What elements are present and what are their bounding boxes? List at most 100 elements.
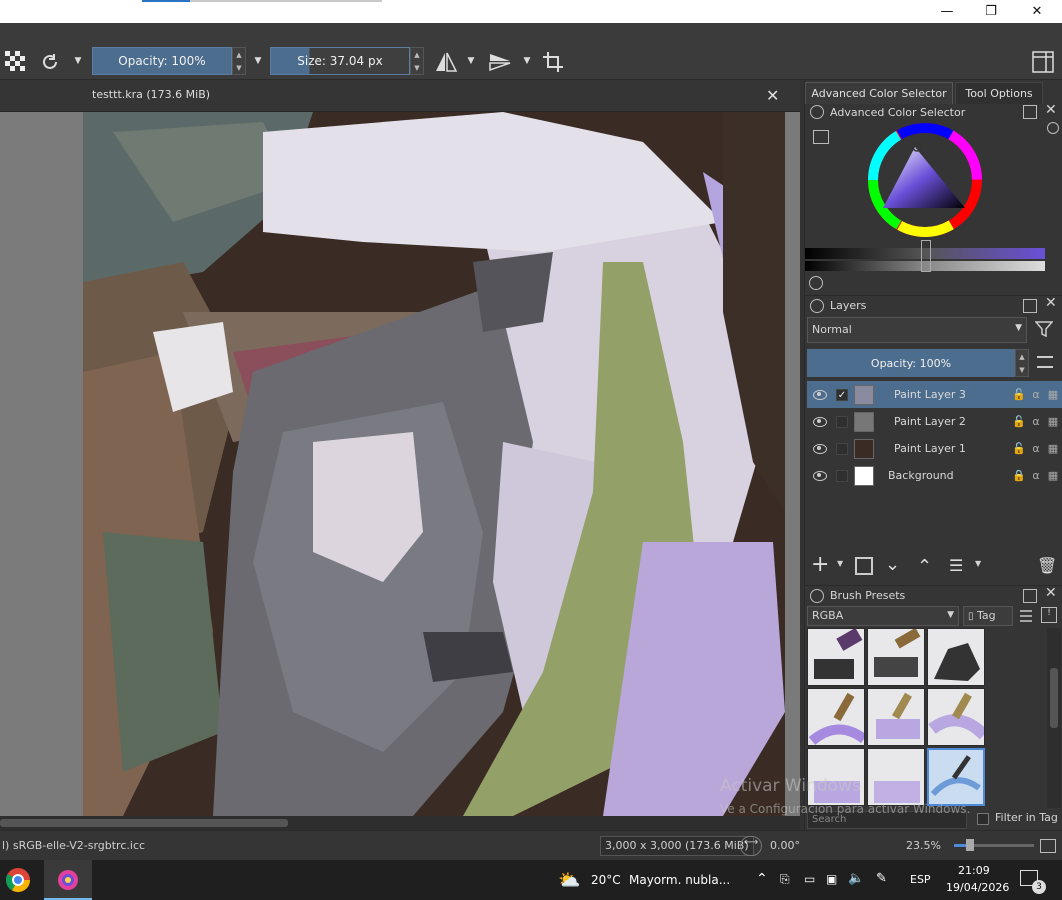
move-layer-up-icon[interactable]: ⌃ <box>917 556 932 577</box>
visibility-eye-icon[interactable] <box>813 389 827 400</box>
size-spin[interactable]: ▲ ▼ <box>410 47 424 75</box>
visibility-eye-icon[interactable] <box>813 443 827 454</box>
layer-properties-icon[interactable]: ☰ <box>949 556 963 575</box>
preset-info-icon[interactable]: ! <box>1041 607 1057 623</box>
opacity-spin[interactable]: ▲ ▼ <box>232 47 246 75</box>
chevron-down-icon[interactable]: ▼ <box>520 53 534 69</box>
clock-time[interactable]: 21:09 <box>958 864 990 877</box>
close-window-button[interactable]: ✕ <box>1014 0 1060 23</box>
layer-row-paint-layer-2[interactable]: Paint Layer 2 🔓 α ▦ <box>807 408 1062 435</box>
layer-row-background[interactable]: Background 🔒 α ▦ <box>807 462 1062 489</box>
document-tab-title[interactable]: testtt.kra (173.6 MiB) <box>92 88 210 101</box>
layer-opacity-spin[interactable]: ▲ ▼ <box>1015 349 1029 377</box>
size-slider[interactable]: Size: 37.04 px <box>270 47 410 75</box>
fit-screen-icon[interactable] <box>1040 839 1056 853</box>
brush-preset-1[interactable] <box>807 628 865 686</box>
chrome-icon[interactable] <box>4 866 34 894</box>
chevron-down-icon[interactable]: ▼ <box>464 53 478 69</box>
duplicate-layer-icon[interactable] <box>855 557 873 575</box>
brush-preset-7[interactable] <box>807 748 865 806</box>
unlock-icon[interactable]: 🔓 <box>1012 442 1026 455</box>
inherit-alpha-icon[interactable]: ▦ <box>1046 415 1060 428</box>
clock-date[interactable]: 19/04/2026 <box>946 881 1009 894</box>
crop-icon[interactable] <box>540 49 566 75</box>
mirror-horizontal-icon[interactable] <box>432 50 460 74</box>
alpha-lock-icon[interactable]: α <box>1029 442 1043 455</box>
weather-cloud-icon[interactable]: ⛅ <box>558 870 580 891</box>
rotation-value[interactable]: 0.00° <box>770 839 800 852</box>
layer-checkbox[interactable]: ✓ <box>836 388 848 401</box>
visibility-eye-icon[interactable] <box>813 470 827 481</box>
rotation-icon[interactable]: ⟷ <box>740 836 762 856</box>
weather-description[interactable]: Mayorm. nubla... <box>629 873 730 887</box>
brush-preset-5[interactable] <box>867 688 925 746</box>
zoom-value[interactable]: 23.5% <box>906 839 941 852</box>
volume-icon[interactable]: 🔈 <box>848 871 864 886</box>
scrollbar-thumb[interactable] <box>1050 668 1058 728</box>
filter-icon[interactable] <box>1034 320 1054 338</box>
painting-canvas[interactable] <box>83 112 785 816</box>
visibility-eye-icon[interactable] <box>813 416 827 427</box>
usb-icon[interactable]: ⎘ <box>780 872 790 887</box>
no-color-icon[interactable] <box>1047 122 1059 134</box>
tablet-icon[interactable]: ▭ <box>804 872 815 886</box>
chevron-up-icon[interactable]: ⌃ <box>756 871 768 887</box>
reload-preset-icon[interactable] <box>38 51 62 73</box>
input-language[interactable]: ESP <box>910 873 931 886</box>
layer-checkbox[interactable] <box>836 442 848 455</box>
brush-preset-3[interactable] <box>927 628 985 686</box>
preset-search-input[interactable]: Search <box>807 811 967 829</box>
layer-menu-icon[interactable] <box>1037 356 1053 368</box>
brush-preset-2[interactable] <box>867 628 925 686</box>
lock-icon[interactable] <box>810 105 824 119</box>
add-layer-button[interactable]: + <box>811 552 829 577</box>
network-icon[interactable]: ▣ <box>826 872 837 886</box>
zoom-slider[interactable] <box>954 839 1034 851</box>
unlock-icon[interactable]: 🔓 <box>1012 388 1026 401</box>
blend-mode-select[interactable]: Normal ▼ <box>807 317 1027 343</box>
scrollbar-thumb[interactable] <box>0 819 288 827</box>
close-icon[interactable]: ✕ <box>1045 295 1057 311</box>
filter-in-tag-checkbox[interactable] <box>977 813 989 825</box>
brush-preset-8[interactable] <box>867 748 925 806</box>
minimize-button[interactable]: — <box>924 0 970 23</box>
image-size-label[interactable]: 3,000 x 3,000 (173.6 MiB) <box>600 836 754 856</box>
color-settings-icon[interactable] <box>813 130 829 144</box>
inherit-alpha-icon[interactable]: ▦ <box>1046 388 1060 401</box>
move-layer-down-icon[interactable]: ⌄ <box>885 554 900 575</box>
alpha-lock-icon[interactable]: α <box>1029 469 1043 482</box>
layer-row-paint-layer-1[interactable]: Paint Layer 1 🔓 α ▦ <box>807 435 1062 462</box>
unlock-icon[interactable]: 🔓 <box>1012 415 1026 428</box>
close-icon[interactable]: ✕ <box>1045 102 1057 118</box>
layer-checkbox[interactable] <box>836 469 848 482</box>
layer-checkbox[interactable] <box>836 415 848 428</box>
inherit-alpha-icon[interactable]: ▦ <box>1046 469 1060 482</box>
restore-button[interactable]: ❐ <box>968 0 1014 23</box>
layer-opacity-slider[interactable]: Opacity: 100% <box>807 349 1015 377</box>
mirror-vertical-icon[interactable] <box>486 50 514 74</box>
preset-view-menu-icon[interactable] <box>1017 607 1035 625</box>
weather-temperature[interactable]: 20°C <box>591 873 621 887</box>
inherit-alpha-icon[interactable]: ▦ <box>1046 442 1060 455</box>
refresh-icon[interactable] <box>809 276 823 290</box>
krita-taskbar-button[interactable] <box>44 860 92 900</box>
zoom-slider-handle[interactable] <box>966 839 974 851</box>
brush-preset-9-selected[interactable] <box>927 748 985 806</box>
float-docker-icon[interactable] <box>1023 299 1037 313</box>
tag-button[interactable]: ▯ Tag <box>963 606 1013 626</box>
chevron-down-icon[interactable]: ▼ <box>250 53 266 69</box>
close-document-button[interactable]: ✕ <box>766 86 779 105</box>
pen-icon[interactable]: ✎ <box>876 871 887 886</box>
brush-preset-6[interactable] <box>927 688 985 746</box>
tab-tool-options[interactable]: Tool Options <box>955 82 1043 104</box>
chevron-down-icon[interactable]: ▼ <box>70 53 86 69</box>
checkerboard-icon[interactable] <box>4 51 26 71</box>
alpha-lock-icon[interactable]: α <box>1029 388 1043 401</box>
resource-filter-select[interactable]: RGBA ▼ <box>807 606 959 626</box>
alpha-lock-icon[interactable]: α <box>1029 415 1043 428</box>
canvas-area[interactable] <box>0 112 800 816</box>
lock-icon[interactable] <box>810 588 824 603</box>
color-wheel[interactable] <box>865 120 985 240</box>
chevron-down-icon[interactable]: ▼ <box>975 559 981 568</box>
canvas-horizontal-scrollbar[interactable] <box>0 816 800 830</box>
